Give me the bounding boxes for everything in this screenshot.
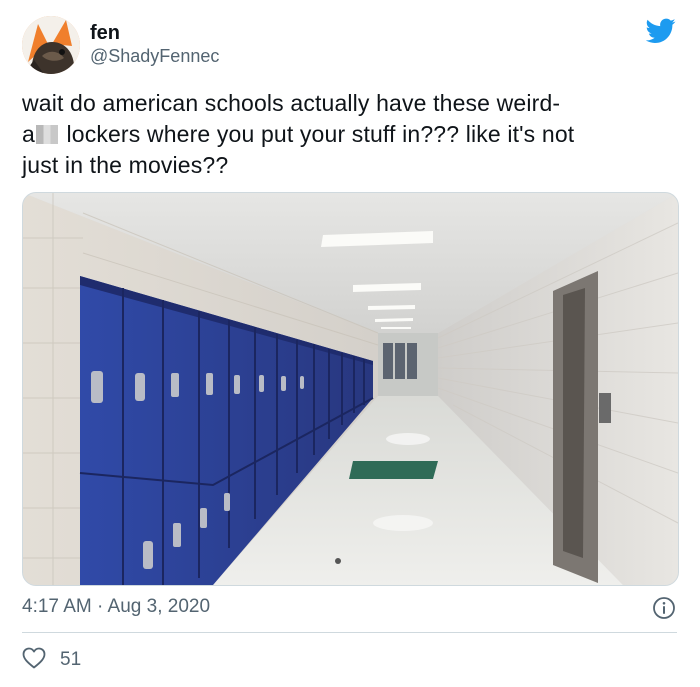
tweet-line: just in the movies?? [22,152,229,178]
tweet-line: wait do american schools actually have t… [22,90,561,116]
fox-avatar-image [22,16,80,74]
tweet-fragment: lockers where you put your stuff in??? l… [59,121,575,147]
divider [22,632,677,633]
tweet-fragment: a [22,121,35,147]
tweet-timestamp[interactable]: 4:17 AM · Aug 3, 2020 [22,596,210,618]
tweet-photo[interactable] [22,192,679,586]
heart-outline-icon [22,647,46,674]
avatar[interactable] [22,16,80,74]
like-count: 51 [60,649,82,670]
school-hallway-lockers-photo [23,193,678,585]
twitter-bird-icon[interactable] [645,18,676,44]
tweet-text: wait do american schools actually have t… [22,88,682,181]
like-button[interactable]: 51 [22,646,81,674]
censored-word-block [35,125,58,144]
tweet-line: a lockers where you put your stuff in???… [22,119,682,150]
user-handle[interactable]: @ShadyFennec [90,46,219,67]
display-name[interactable]: fen [90,22,120,45]
info-icon[interactable] [652,596,676,620]
